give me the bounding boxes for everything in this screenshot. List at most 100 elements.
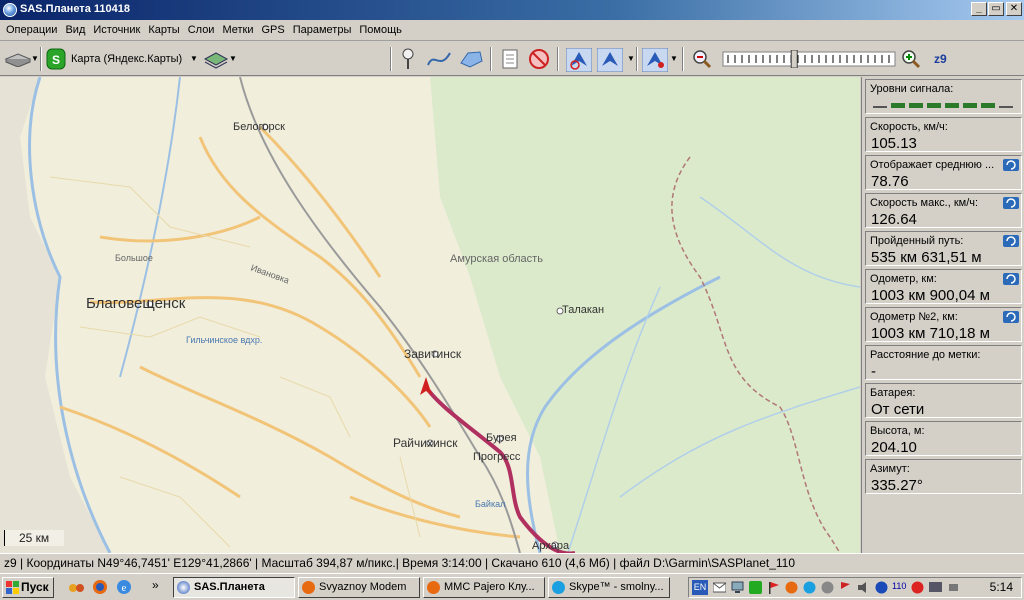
task-mmc-pajero[interactable]: MMC Pajero Клу... — [423, 577, 545, 598]
language-indicator[interactable]: EN — [692, 580, 708, 595]
menu-layers[interactable]: Слои — [184, 24, 219, 36]
quicklaunch-messenger-icon[interactable] — [68, 581, 86, 595]
quicklaunch-more-button[interactable]: » — [152, 578, 159, 592]
sensor-panel-max-speed: Скорость макс., км/ч: 126.64 — [865, 193, 1022, 228]
window-title: SAS.Планета 110418 — [20, 3, 130, 15]
menu-source[interactable]: Источник — [89, 24, 144, 36]
map-label-bureya: Бурея — [486, 432, 517, 444]
add-path-icon[interactable] — [426, 49, 452, 69]
menu-help[interactable]: Помощь — [355, 24, 406, 36]
gps-track-dropdown-arrow[interactable]: ▼ — [627, 54, 635, 63]
menu-operations[interactable]: Операции — [2, 24, 61, 36]
add-placemark-icon[interactable] — [399, 47, 417, 71]
svg-text:e: e — [122, 582, 127, 594]
zoom-in-icon[interactable] — [901, 49, 921, 69]
zoom-slider-thumb[interactable] — [790, 49, 798, 69]
reset-icon[interactable] — [1003, 311, 1019, 323]
red-flag-icon[interactable] — [767, 581, 780, 594]
skype-tray-icon[interactable] — [803, 581, 816, 594]
reset-icon[interactable] — [1003, 273, 1019, 285]
signal-bars — [873, 103, 1013, 108]
map-view[interactable]: Белогорск Благовещенск Завитинск Райчихи… — [0, 77, 860, 553]
reset-icon[interactable] — [1003, 235, 1019, 247]
signal-bar — [909, 103, 923, 108]
sensor-panel-speed: Скорость, км/ч: 105.13 — [865, 117, 1022, 152]
map-source-dropdown-arrow[interactable]: ▼ — [190, 54, 198, 63]
gps-connect-icon[interactable] — [566, 48, 592, 72]
reset-icon[interactable] — [1003, 159, 1019, 171]
gps-center-icon[interactable] — [642, 48, 668, 72]
sensor-panel-battery: Батарея: От сети — [865, 383, 1022, 418]
maximize-button[interactable]: ▭ — [988, 2, 1004, 16]
signal-bar — [981, 103, 995, 108]
antivirus-icon[interactable] — [821, 581, 834, 594]
map-canvas[interactable] — [0, 77, 860, 553]
signal-level-label: Уровни сигнала: — [870, 83, 954, 95]
gps-center-dropdown-arrow[interactable]: ▼ — [670, 54, 678, 63]
sensor-value: - — [871, 363, 876, 380]
usb-icon[interactable] — [947, 581, 960, 594]
map-label-baikal: Байкал — [475, 499, 506, 509]
signal-bar — [891, 103, 905, 108]
tray-clock: 5:14 — [989, 580, 1013, 594]
sensor-value: 535 км 631,51 м — [871, 249, 982, 266]
sensor-label: Отображает среднюю ... — [870, 159, 995, 171]
speaker-icon[interactable] — [857, 581, 870, 594]
sensor-label: Азимут: — [870, 463, 910, 475]
sensor-label: Пройденный путь: — [870, 235, 964, 247]
sensor-panel-distance-to-mark: Расстояние до метки: - — [865, 345, 1022, 380]
menu-gps[interactable]: GPS — [258, 24, 289, 36]
map-source-icon[interactable]: S — [46, 48, 66, 70]
menu-view[interactable]: Вид — [61, 24, 89, 36]
zoom-out-icon[interactable] — [692, 49, 712, 69]
mail-icon[interactable] — [713, 581, 726, 594]
firefox-tray-icon[interactable] — [785, 581, 798, 594]
windows-taskbar: Пуск e » SAS.Планета Svyaznoy Modem MMC … — [0, 573, 1024, 600]
network-icon[interactable] — [731, 581, 744, 594]
layers-dropdown-arrow[interactable]: ▼ — [229, 54, 237, 63]
status-bar: z9 | Координаты N49°46,7451' E129°41,286… — [0, 553, 1024, 573]
green-app-icon[interactable] — [749, 581, 762, 594]
signal-level-panel: Уровни сигнала: — [865, 79, 1022, 114]
gps-track-icon[interactable] — [597, 48, 623, 72]
menu-parameters[interactable]: Параметры — [289, 24, 356, 36]
operations-drive-icon[interactable] — [4, 51, 32, 67]
windows-flag-icon — [6, 581, 19, 594]
zoom-slider[interactable] — [722, 49, 896, 69]
flag-tray-icon[interactable] — [839, 581, 852, 594]
zoom-level-label: z9 — [934, 52, 947, 66]
menu-marks[interactable]: Метки — [218, 24, 257, 36]
operations-dropdown-arrow[interactable]: ▼ — [31, 54, 39, 63]
toolbar-separator — [490, 47, 492, 71]
svg-text:S: S — [52, 53, 60, 67]
map-label-progress: Прогресс — [473, 451, 521, 463]
map-label-blagoveshchensk: Благовещенск — [86, 295, 186, 312]
task-sas-planeta[interactable]: SAS.Планета — [173, 577, 295, 598]
security-icon[interactable] — [911, 581, 924, 594]
task-skype[interactable]: Skype™ - smolny... — [548, 577, 670, 598]
sensor-panel-altitude: Высота, м: 204.10 — [865, 421, 1022, 456]
sensor-label: Высота, м: — [870, 425, 925, 437]
task-label: Svyaznoy Modem — [319, 581, 407, 593]
minimize-button[interactable]: _ — [971, 2, 987, 16]
layers-icon[interactable] — [203, 49, 229, 69]
start-button[interactable]: Пуск — [2, 577, 54, 598]
display-icon[interactable] — [929, 581, 942, 594]
task-svyaznoy-modem[interactable]: Svyaznoy Modem — [298, 577, 420, 598]
sensor-sidebar: Уровни сигнала: Скорость, км/ч: 105.13 О… — [861, 77, 1024, 553]
map-source-select[interactable]: Карта (Яндекс.Карты) — [71, 53, 182, 79]
marks-manager-icon[interactable] — [500, 48, 520, 70]
quicklaunch-firefox-icon[interactable] — [92, 579, 108, 595]
app-globe-icon[interactable] — [3, 3, 17, 17]
add-polygon-icon[interactable] — [458, 49, 484, 69]
sensor-panel-odometer: Одометр, км: 1003 км 900,04 м — [865, 269, 1022, 304]
signal-bar — [927, 103, 941, 108]
sensor-label: Скорость макс., км/ч: — [870, 197, 979, 209]
hide-marks-icon[interactable] — [528, 48, 550, 70]
close-button[interactable]: ✕ — [1006, 2, 1022, 16]
bluetooth-icon[interactable] — [875, 581, 888, 594]
signal-bar — [945, 103, 959, 108]
reset-icon[interactable] — [1003, 197, 1019, 209]
quicklaunch-ie-icon[interactable]: e — [116, 579, 132, 595]
menu-maps[interactable]: Карты — [144, 24, 183, 36]
